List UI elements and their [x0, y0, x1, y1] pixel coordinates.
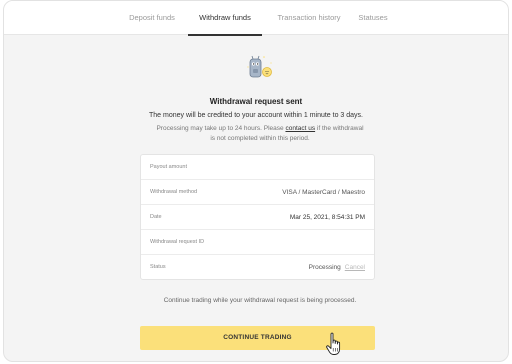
detail-row-date: Date Mar 25, 2021, 8:54:31 PM	[141, 205, 374, 230]
detail-row-withdrawal-request-id: Withdrawal request ID	[141, 230, 374, 255]
tab-withdraw-funds[interactable]: Withdraw funds	[188, 1, 262, 36]
continue-trading-note: Continue trading while your withdrawal r…	[163, 297, 357, 304]
mascot-with-coin-icon	[247, 55, 272, 78]
detail-label: Payout amount	[150, 164, 187, 170]
detail-value: Mar 25, 2021, 8:54:31 PM	[289, 214, 365, 221]
detail-label: Date	[150, 214, 162, 220]
detail-row-payout-amount: Payout amount	[141, 155, 374, 180]
tab-deposit-funds[interactable]: Deposit funds	[112, 1, 192, 35]
tab-bar: Deposit funds Withdraw funds Transaction…	[4, 1, 508, 36]
hand-pointer-icon	[326, 332, 341, 355]
detail-value: VISA / MasterCard / Maestro	[282, 189, 365, 196]
detail-label: Withdrawal request ID	[150, 239, 205, 245]
credit-info-text: The money will be credited to your accou…	[149, 112, 363, 119]
tab-statuses[interactable]: Statuses	[348, 1, 398, 35]
processing-note: Processing may take up to 24 hours. Plea…	[154, 124, 366, 144]
tab-transaction-history[interactable]: Transaction history	[266, 1, 352, 35]
withdrawal-details-table: Payout amount Withdrawal method VISA / M…	[140, 154, 375, 280]
status-value: Processing Cancel	[309, 255, 365, 280]
status-text: Processing	[308, 264, 341, 271]
detail-label: Status	[150, 264, 166, 270]
detail-row-withdrawal-method: Withdrawal method VISA / MasterCard / Ma…	[141, 180, 374, 205]
detail-row-status: Status Processing Cancel	[141, 255, 374, 280]
processing-note-text: Processing may take up to 24 hours. Plea…	[156, 125, 286, 132]
cancel-link[interactable]: Cancel	[345, 264, 365, 271]
withdrawal-panel: Deposit funds Withdraw funds Transaction…	[3, 0, 509, 362]
contact-us-link[interactable]: contact us	[285, 125, 315, 132]
detail-label: Withdrawal method	[150, 189, 198, 195]
page-title: Withdrawal request sent	[209, 97, 303, 106]
